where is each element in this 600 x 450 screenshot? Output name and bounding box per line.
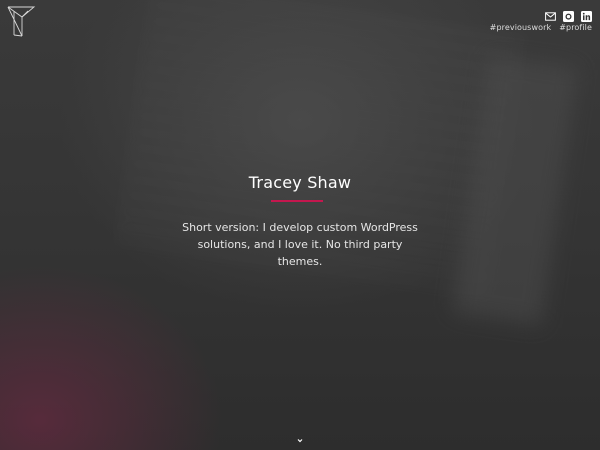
profile-link[interactable]: #profile <box>559 23 592 32</box>
accent-divider <box>271 200 323 202</box>
linkedin-icon[interactable] <box>581 7 592 22</box>
chevron-down-icon[interactable] <box>295 430 305 443</box>
github-icon[interactable] <box>563 7 574 22</box>
social-links <box>545 7 592 22</box>
hashtag-nav: #previouswork #profile <box>490 23 592 32</box>
mail-icon[interactable] <box>545 7 556 21</box>
hero-tagline: Short version: I develop custom WordPres… <box>182 221 418 268</box>
hero-name: Tracey Shaw <box>248 173 352 192</box>
site-logo-icon[interactable] <box>6 5 36 37</box>
previouswork-link[interactable]: #previouswork <box>490 23 552 32</box>
